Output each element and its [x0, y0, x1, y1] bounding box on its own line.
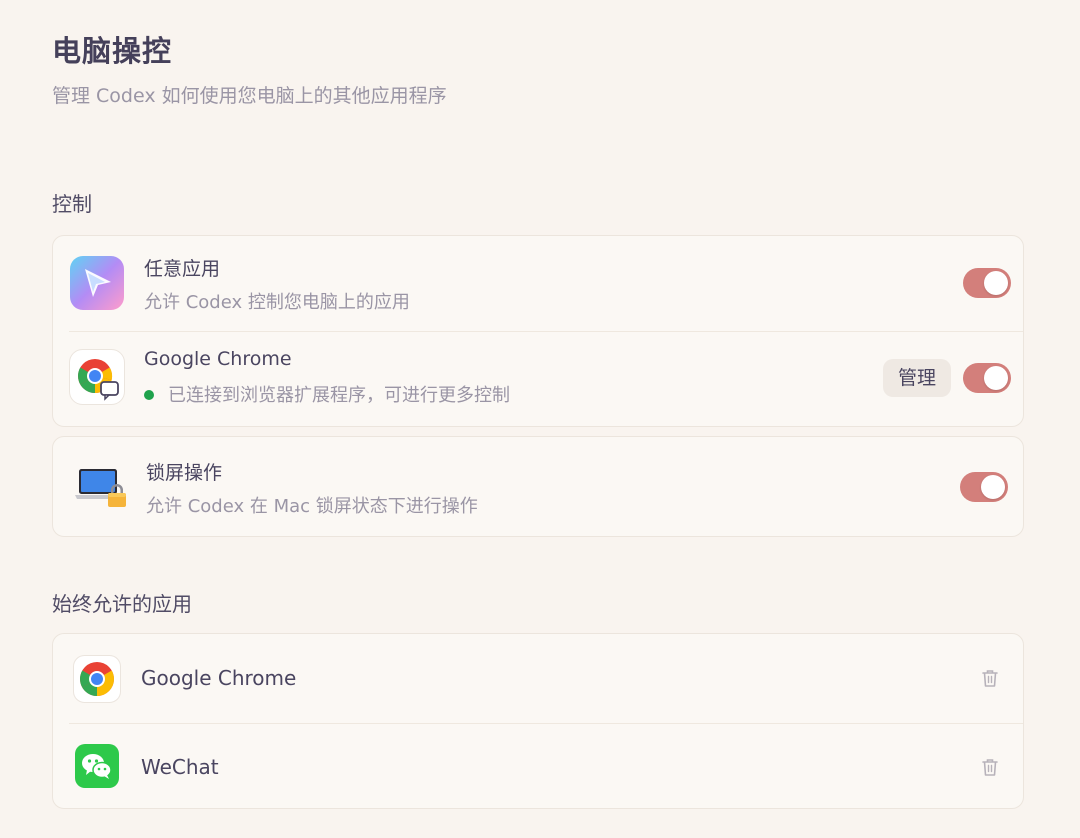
allowed-app-name: Google Chrome — [141, 666, 297, 690]
any-app-toggle[interactable] — [963, 268, 1011, 298]
control-row-any-app: 任意应用 允许 Codex 控制您电脑上的应用 — [53, 236, 1023, 331]
trash-icon[interactable] — [981, 757, 999, 777]
any-app-title: 任意应用 — [144, 258, 221, 280]
control-card: 任意应用 允许 Codex 控制您电脑上的应用 Google Chrome 已连… — [52, 235, 1024, 427]
wechat-icon — [75, 744, 119, 788]
chrome-extension-icon — [69, 349, 125, 405]
lock-card: 锁屏操作 允许 Codex 在 Mac 锁屏状态下进行操作 — [52, 436, 1024, 537]
chrome-title: Google Chrome — [144, 348, 292, 370]
trash-icon[interactable] — [981, 668, 999, 688]
laptop-lock-icon — [75, 461, 131, 511]
page-title: 电脑操控 — [52, 34, 173, 68]
toggle-knob — [984, 366, 1008, 390]
codex-pointer-icon — [69, 255, 125, 311]
lock-screen-description: 允许 Codex 在 Mac 锁屏状态下进行操作 — [146, 496, 478, 517]
lock-screen-toggle[interactable] — [960, 472, 1008, 502]
manage-button[interactable]: 管理 — [883, 359, 951, 397]
control-row-chrome: Google Chrome 已连接到浏览器扩展程序，可进行更多控制 管理 — [53, 331, 1023, 427]
connected-status-dot — [144, 390, 154, 400]
chrome-toggle[interactable] — [963, 363, 1011, 393]
page-subtitle: 管理 Codex 如何使用您电脑上的其他应用程序 — [52, 85, 447, 107]
allowed-app-row: WeChat — [53, 723, 1023, 810]
lock-screen-title: 锁屏操作 — [146, 462, 223, 484]
allowed-app-name: WeChat — [141, 755, 219, 779]
chrome-icon — [73, 655, 121, 703]
any-app-description: 允许 Codex 控制您电脑上的应用 — [144, 292, 410, 313]
section-title-control: 控制 — [52, 192, 92, 216]
toggle-knob — [981, 475, 1005, 499]
allowed-apps-card: Google Chrome WeChat — [52, 633, 1024, 809]
toggle-knob — [984, 271, 1008, 295]
allowed-app-row: Google Chrome — [53, 634, 1023, 723]
chrome-description-text: 已连接到浏览器扩展程序，可进行更多控制 — [168, 385, 510, 406]
section-title-allowed-apps: 始终允许的应用 — [52, 592, 192, 616]
chrome-description: 已连接到浏览器扩展程序，可进行更多控制 — [144, 381, 510, 407]
